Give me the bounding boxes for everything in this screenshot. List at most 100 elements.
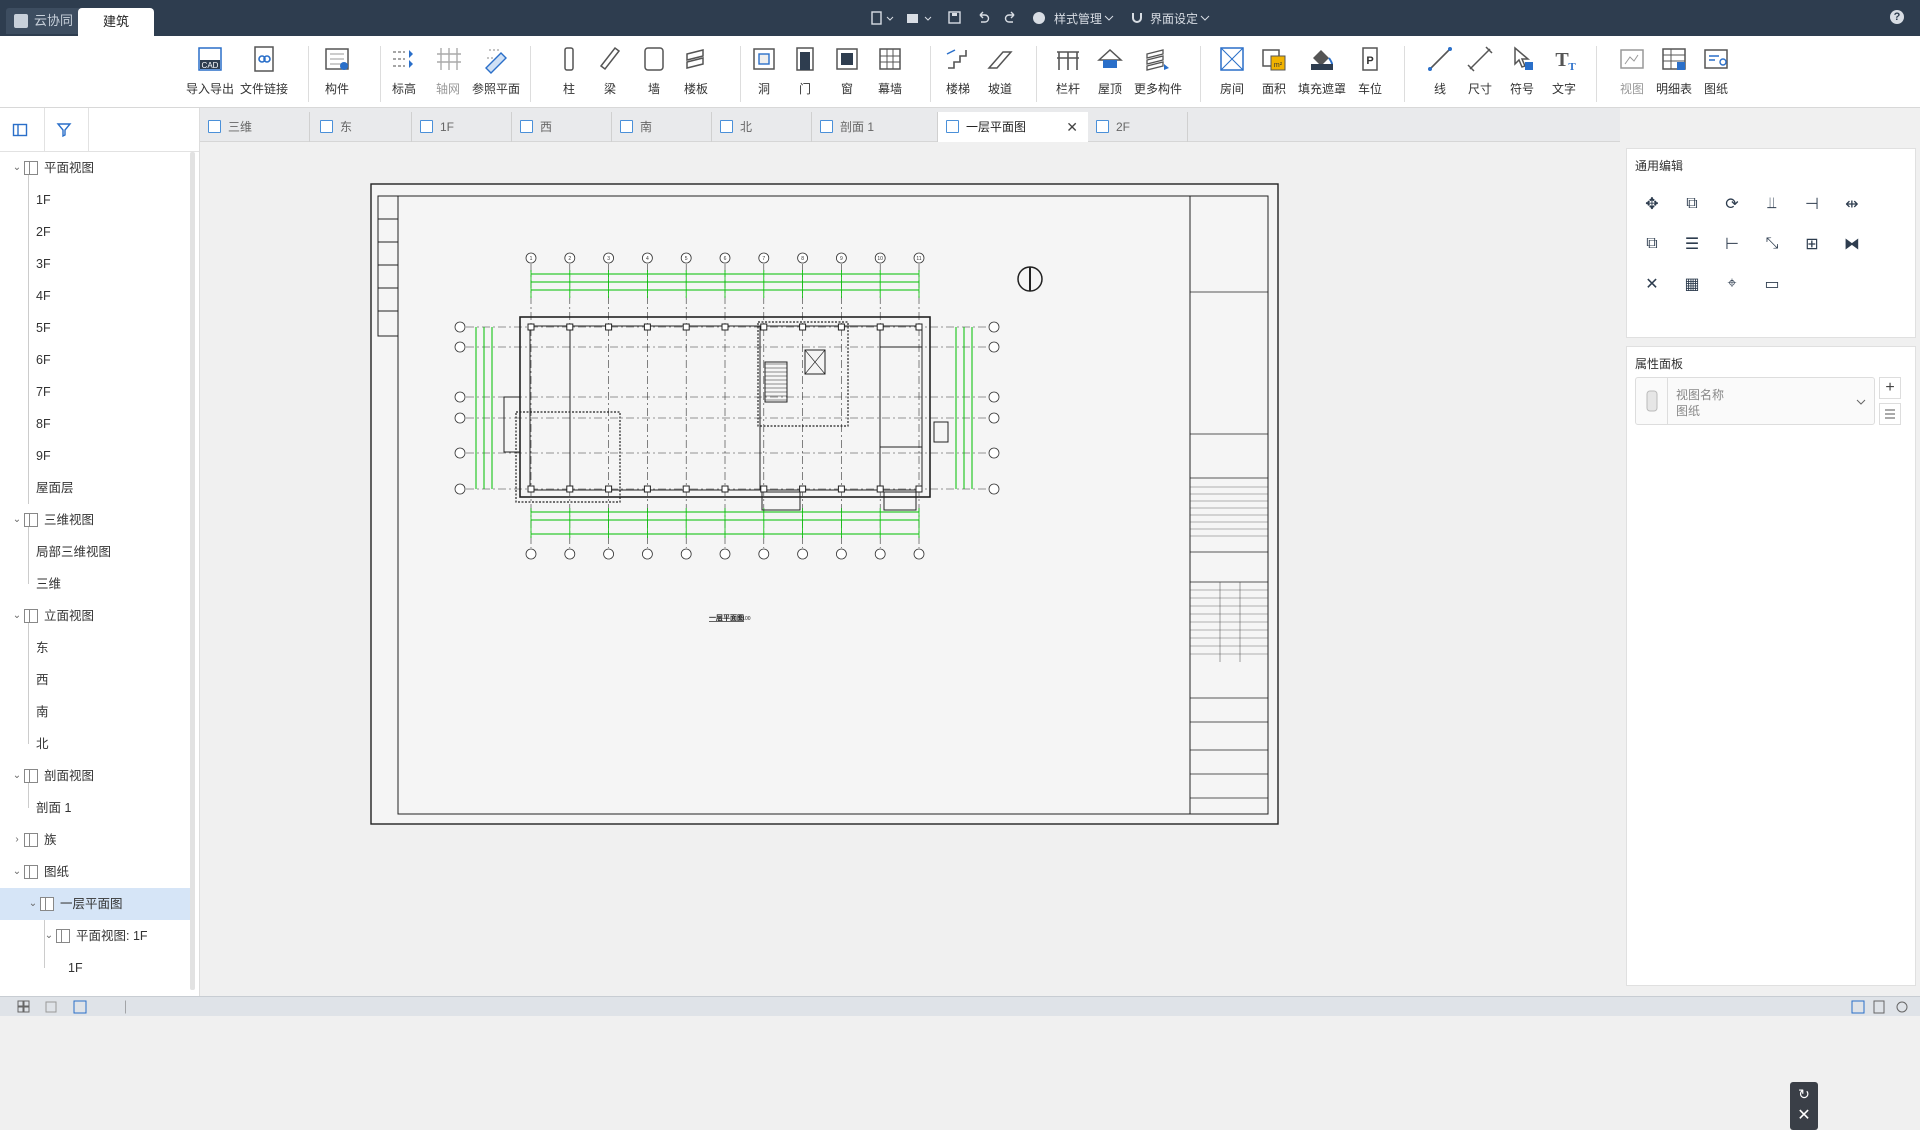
tree-item-floor[interactable]: 7F — [36, 376, 51, 408]
stack-button[interactable]: ☰ — [1681, 233, 1703, 255]
tree-item-floor[interactable]: 屋面层 — [36, 472, 74, 504]
tree-label: 北 — [36, 737, 49, 751]
align-button[interactable]: ⫫ — [1761, 193, 1783, 215]
chevron-down-icon[interactable]: ⌄ — [10, 760, 24, 792]
parking-tool[interactable]: P 车位 — [1344, 44, 1396, 104]
tree-node-plan-views[interactable]: ⌄ 平面视图 — [13, 152, 94, 184]
doc-tab[interactable]: 北 — [712, 112, 812, 142]
ramp-tool[interactable]: 坡道 — [974, 44, 1026, 104]
panel-toggle-button[interactable] — [8, 118, 32, 142]
doc-tab[interactable]: 一层平面图 ✕ — [938, 112, 1088, 142]
chevron-down-icon[interactable]: ⌄ — [10, 856, 24, 888]
component-tool[interactable]: 构件 — [311, 44, 363, 104]
array-copy-button[interactable]: ⧉ — [1641, 233, 1663, 255]
fill-mask-tool[interactable]: 填充遮罩 — [1296, 44, 1348, 104]
axis-bubble-left — [454, 391, 466, 403]
undo-button[interactable] — [976, 10, 990, 26]
tree-item-elevation[interactable]: 北 — [36, 728, 49, 760]
chevron-right-icon[interactable]: › — [10, 824, 24, 856]
view-type-selector[interactable]: 视图名称 图纸 — [1635, 377, 1875, 425]
scale-button[interactable]: ⤡ — [1761, 233, 1783, 255]
tree-item-section[interactable]: 剖面 1 — [36, 792, 71, 824]
doc-tab[interactable]: 剖面 1 — [812, 112, 938, 142]
chevron-down-icon[interactable]: ⌄ — [42, 920, 56, 952]
filter-button[interactable] — [52, 118, 76, 142]
sheet-drawing[interactable]: 1 2 3 4 5 6 7 8 9 10 11一层平面图1:100 — [200, 142, 1605, 992]
doc-tab[interactable]: 南 — [612, 112, 712, 142]
tree-item-floor[interactable]: 3F — [36, 248, 51, 280]
more-components-tool[interactable]: 更多构件 — [1132, 44, 1184, 104]
file-link-tool[interactable]: 文件链接 — [238, 44, 290, 104]
tree-item-floor[interactable]: 6F — [36, 344, 51, 376]
sheet-tool[interactable]: 图纸 — [1690, 44, 1742, 104]
copy-button[interactable]: ⧉ — [1681, 193, 1703, 215]
chevron-down-icon[interactable]: ⌄ — [26, 888, 40, 920]
new-file-button[interactable] — [870, 10, 896, 26]
tree-node-sheets[interactable]: ⌄ 图纸 — [13, 856, 69, 888]
chevron-down-icon[interactable]: ⌄ — [10, 152, 24, 184]
grid-icon — [433, 44, 463, 74]
chevron-down-icon[interactable]: ⌄ — [10, 504, 24, 536]
drawing-canvas[interactable]: 1 2 3 4 5 6 7 8 9 10 11 一层平面图 1:100 ↻ ✕ — [200, 142, 1818, 1130]
tree-item-3d[interactable]: 三维 — [36, 568, 61, 600]
tree-item-sheet-view[interactable]: ⌄ 平面视图: 1F — [45, 920, 148, 952]
trim-button[interactable]: ⊢ — [1721, 233, 1743, 255]
add-property-button[interactable]: + — [1879, 377, 1901, 399]
filter-icon — [56, 123, 72, 138]
tree-item-floor[interactable]: 9F — [36, 440, 51, 472]
redo-button[interactable] — [1004, 10, 1018, 26]
offset-button[interactable]: ⇹ — [1841, 193, 1863, 215]
undo-icon — [979, 11, 990, 23]
doc-tab[interactable]: 2F — [1088, 112, 1188, 142]
mirror-button[interactable]: ⧓ — [1841, 233, 1863, 255]
tree-node-elevations[interactable]: ⌄ 立面视图 — [13, 600, 94, 632]
move-button[interactable]: ✥ — [1641, 193, 1663, 215]
rotate-view-button[interactable]: ↻ — [1796, 1086, 1812, 1102]
tree-node-sections[interactable]: ⌄ 剖面视图 — [13, 760, 94, 792]
tree-item-floor[interactable]: 1F — [36, 184, 51, 216]
tree-item-3d[interactable]: 局部三维视图 — [36, 536, 111, 568]
split-button[interactable]: ⊣ — [1801, 193, 1823, 215]
doc-tab[interactable]: 三维 — [200, 112, 310, 142]
tree-node-families[interactable]: › 族 — [15, 824, 57, 856]
tree-item-sheet-selected[interactable]: ⌄ 一层平面图 — [29, 888, 123, 920]
save-button[interactable] — [948, 10, 962, 26]
close-tab-button[interactable]: ✕ — [1066, 112, 1078, 142]
grid-tool[interactable]: 轴网 — [422, 44, 474, 104]
cad-import-tool[interactable]: CAD 导入导出 — [184, 44, 236, 104]
tree-item-elevation[interactable]: 西 — [36, 664, 49, 696]
tree-item-floor[interactable]: 2F — [36, 216, 51, 248]
open-file-button[interactable] — [906, 10, 934, 26]
tab-collaboration[interactable]: 云协同 — [6, 8, 86, 34]
close-view-button[interactable]: ✕ — [1796, 1108, 1812, 1124]
curtain-wall-tool[interactable]: 幕墙 — [864, 44, 916, 104]
property-list-button[interactable] — [1879, 403, 1901, 425]
tree-item-floor[interactable]: 5F — [36, 312, 51, 344]
doc-tab[interactable]: 东 — [312, 112, 412, 142]
help-button[interactable]: ? — [1890, 10, 1904, 24]
measure-button[interactable]: ▭ — [1761, 273, 1783, 295]
group-button[interactable]: ⊞ — [1801, 233, 1823, 255]
ui-settings-menu[interactable]: 界面设定 — [1130, 10, 1212, 26]
tree-item-floor[interactable]: 8F — [36, 408, 51, 440]
area-tool[interactable]: m² 面积 — [1248, 44, 1300, 104]
delete-button[interactable]: ✕ — [1641, 273, 1663, 295]
pin-button[interactable]: ⌖ — [1721, 273, 1743, 295]
wall-3d-button[interactable]: ▦ — [1681, 273, 1703, 295]
tree-node-3d-views[interactable]: ⌄ 三维视图 — [13, 504, 94, 536]
tree-item-floor[interactable]: 4F — [36, 280, 51, 312]
doc-tab[interactable]: 1F — [412, 112, 512, 142]
chevron-down-icon[interactable]: ⌄ — [10, 600, 24, 632]
tree-scrollbar[interactable] — [190, 152, 195, 990]
rotate-button[interactable]: ⟳ — [1721, 193, 1743, 215]
tree-item-elevation[interactable]: 东 — [36, 632, 49, 664]
text-tool[interactable]: T T 文字 — [1538, 44, 1590, 104]
style-manage-menu[interactable]: 样式管理 — [1032, 10, 1116, 26]
tab-architecture[interactable]: 建筑 — [78, 8, 154, 36]
reference-plane-tool[interactable]: 参照平面 — [470, 44, 522, 104]
tree-item-sheet-view-floor[interactable]: 1F — [68, 952, 83, 984]
doc-tab[interactable]: 西 — [512, 112, 612, 142]
roof-tool[interactable]: 屋顶 — [1084, 44, 1136, 104]
slab-tool[interactable]: 楼板 — [670, 44, 722, 104]
tree-item-elevation[interactable]: 南 — [36, 696, 49, 728]
